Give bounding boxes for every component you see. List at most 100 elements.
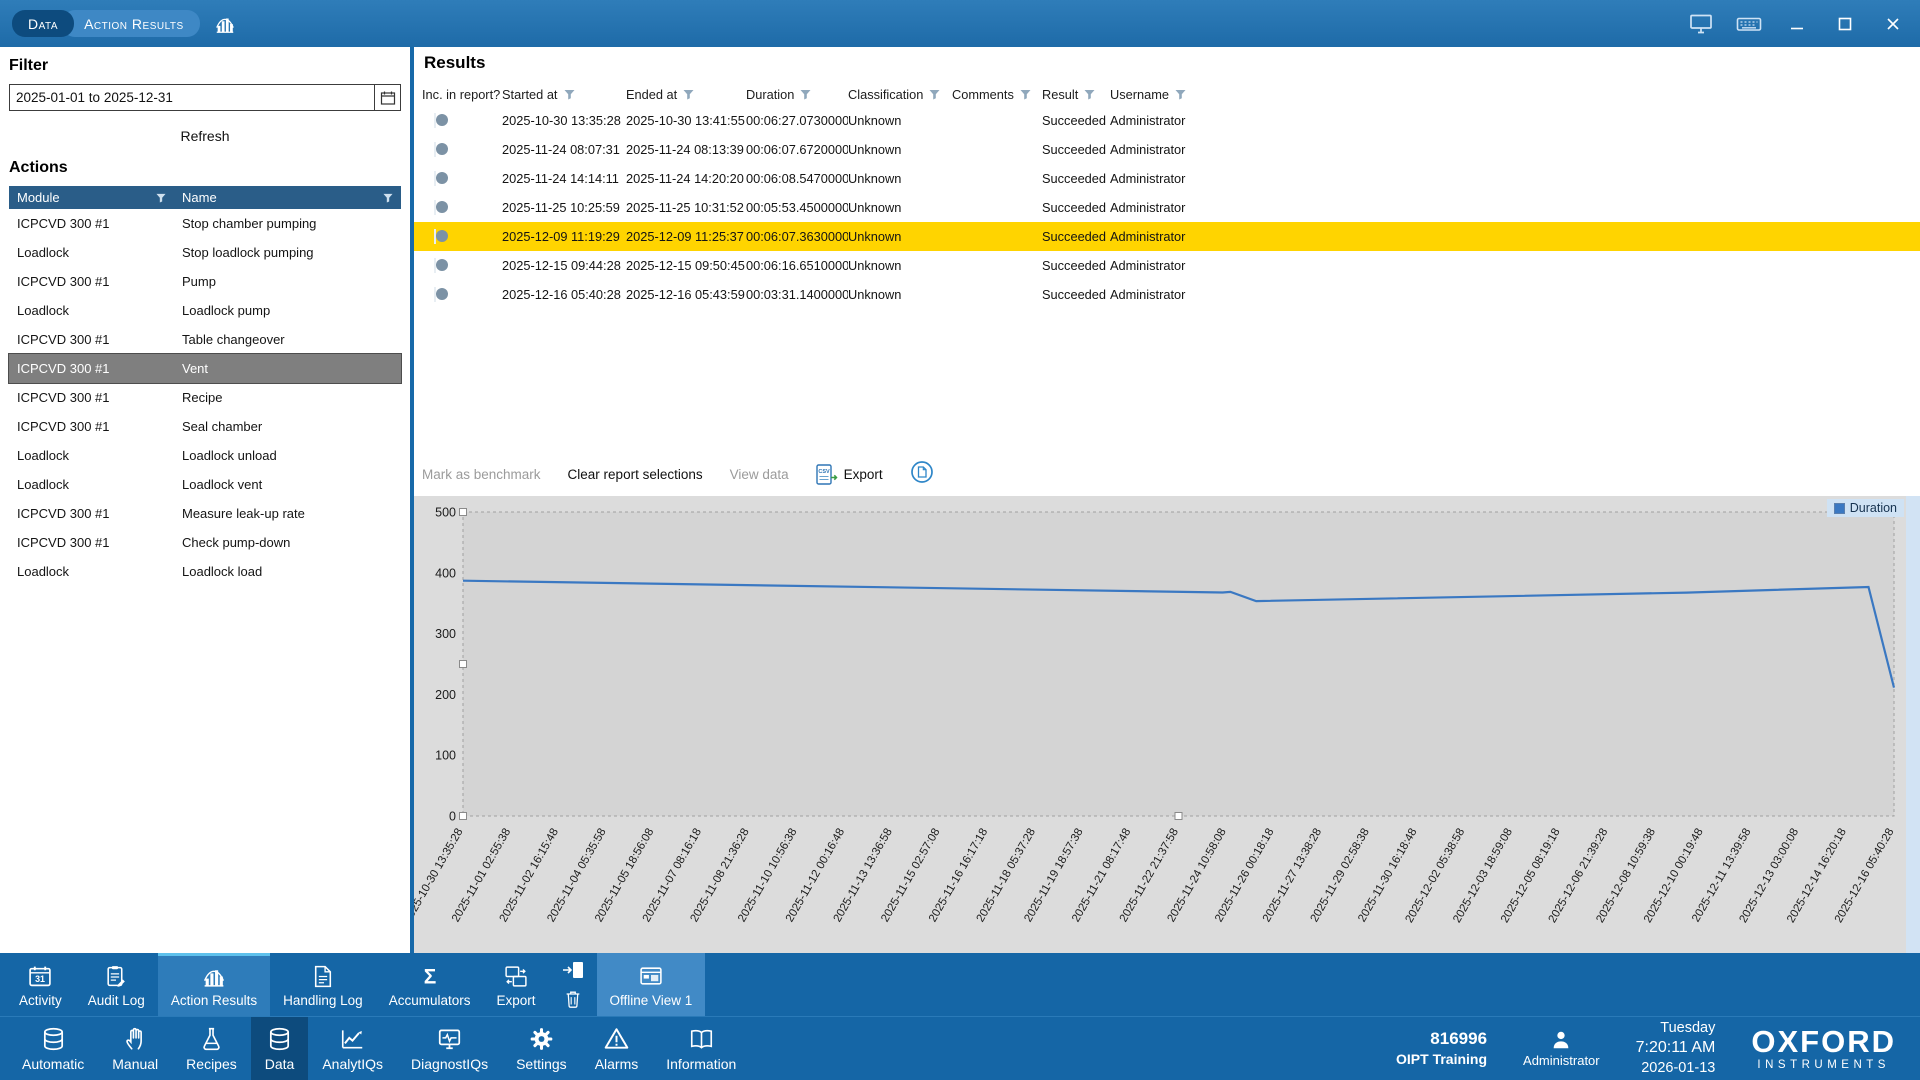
report-document-button[interactable] [910,460,934,489]
actions-title: Actions [9,159,401,177]
close-button[interactable] [1878,9,1908,39]
result-row[interactable]: 2025-11-24 14:14:11 2025-11-24 14:20:20 … [414,164,1920,193]
col-result: Result [1042,87,1078,102]
action-row[interactable]: ICPCVD 300 #1 Seal chamber [9,412,401,441]
csv-file-icon: CSV [816,464,838,485]
subtab-audit-log[interactable]: Audit Log [75,953,158,1016]
action-row[interactable]: ICPCVD 300 #1 Check pump-down [9,528,401,557]
tab-manual[interactable]: Manual [98,1017,172,1080]
filter-funnel-icon[interactable] [929,89,940,100]
action-row[interactable]: Loadlock Loadlock vent [9,470,401,499]
result-classification: Unknown [848,229,952,244]
user-icon [1550,1029,1572,1051]
result-row[interactable]: 2025-11-24 08:07:31 2025-11-24 08:13:39 … [414,135,1920,164]
action-name: Loadlock load [174,564,401,579]
include-in-report-toggle[interactable] [434,229,436,244]
open-book-icon [688,1026,715,1052]
result-result: Succeeded [1042,200,1110,215]
chart-legend[interactable]: Duration [1827,499,1904,517]
action-row[interactable]: ICPCVD 300 #1 Pump [9,267,401,296]
tab-information[interactable]: Information [652,1017,750,1080]
maximize-button[interactable] [1830,9,1860,39]
action-row[interactable]: ICPCVD 300 #1 Vent [9,354,401,383]
include-in-report-toggle[interactable] [434,113,436,128]
clock-day: Tuesday [1636,1019,1716,1038]
view-data-button[interactable]: View data [730,467,789,482]
data-sub-toolbar: 31 Activity Audit Log Action Results [0,953,1920,1016]
filter-funnel-icon[interactable] [1175,89,1186,100]
result-duration: 00:06:07.3630000 [746,229,848,244]
result-row[interactable]: 2025-10-30 13:35:28 2025-10-30 13:41:55 … [414,106,1920,135]
minimize-button[interactable] [1782,9,1812,39]
add-to-report-button[interactable] [557,957,589,983]
result-row[interactable]: 2025-12-16 05:40:28 2025-12-16 05:43:59 … [414,280,1920,309]
subtab-offline-view-1[interactable]: Offline View 1 [597,953,706,1016]
action-row[interactable]: Loadlock Loadlock pump [9,296,401,325]
svg-text:CSV: CSV [818,469,830,475]
col-classification: Classification [848,87,923,102]
filter-funnel-icon[interactable] [683,89,694,100]
action-module: ICPCVD 300 #1 [9,506,174,521]
tab-data[interactable]: Data [12,10,74,37]
tab-alarms[interactable]: Alarms [581,1017,653,1080]
result-row[interactable]: 2025-11-25 10:25:59 2025-11-25 10:31:52 … [414,193,1920,222]
action-row[interactable]: ICPCVD 300 #1 Table changeover [9,325,401,354]
refresh-button[interactable]: Refresh [180,128,229,144]
filter-funnel-icon[interactable] [800,89,811,100]
filter-funnel-icon[interactable] [156,193,166,203]
tab-analytiqs[interactable]: AnalytIQs [308,1017,397,1080]
action-row[interactable]: Loadlock Loadlock load [9,557,401,586]
subtab-handling-log[interactable]: Handling Log [270,953,376,1016]
filter-funnel-icon[interactable] [1020,89,1031,100]
action-row[interactable]: Loadlock Loadlock unload [9,441,401,470]
filter-funnel-icon[interactable] [383,193,393,203]
tab-action-results[interactable]: Action Results [62,10,200,37]
include-in-report-toggle[interactable] [434,258,436,273]
system-identity: 816996 OIPT Training [1396,1028,1487,1068]
result-row[interactable]: 2025-12-15 09:44:28 2025-12-15 09:50:45 … [414,251,1920,280]
subtab-accumulators[interactable]: Σ Accumulators [376,953,484,1016]
svg-text:0: 0 [449,810,456,824]
include-in-report-toggle[interactable] [434,287,436,302]
action-row[interactable]: ICPCVD 300 #1 Recipe [9,383,401,412]
action-row[interactable]: Loadlock Stop loadlock pumping [9,238,401,267]
tab-label: Manual [112,1056,158,1072]
calendar-button[interactable] [374,85,400,110]
tab-diagnostiqs[interactable]: DiagnostIQs [397,1017,502,1080]
filter-funnel-icon[interactable] [1084,89,1095,100]
breadcrumb: Data Action Results [12,10,236,37]
tab-data[interactable]: Data [251,1017,309,1080]
result-row[interactable]: 2025-12-09 11:19:29 2025-12-09 11:25:37 … [414,222,1920,251]
action-row[interactable]: ICPCVD 300 #1 Stop chamber pumping [9,209,401,238]
include-in-report-toggle[interactable] [434,142,436,157]
database-icon [40,1026,67,1052]
duration-chart: 01002003004005002025-10-30 13:35:282025-… [414,496,1920,953]
action-module: Loadlock [9,448,174,463]
subtab-activity[interactable]: 31 Activity [6,953,75,1016]
subtab-export[interactable]: Export [483,953,548,1016]
tab-settings[interactable]: Settings [502,1017,581,1080]
action-row[interactable]: ICPCVD 300 #1 Measure leak-up rate [9,499,401,528]
date-range-input[interactable] [10,85,374,110]
clear-report-selections-button[interactable]: Clear report selections [568,467,703,482]
tab-recipes[interactable]: Recipes [172,1017,251,1080]
filter-funnel-icon[interactable] [564,89,575,100]
include-in-report-toggle[interactable] [434,171,436,186]
result-ended-at: 2025-12-15 09:50:45 [626,258,746,273]
include-in-report-toggle[interactable] [434,200,436,215]
mark-as-benchmark-button[interactable]: Mark as benchmark [422,467,541,482]
filter-panel: Filter Refresh Actions Module Name ICPCV… [0,47,410,953]
delete-report-button[interactable] [557,986,589,1012]
display-switch-button[interactable] [1686,9,1716,39]
export-csv-button[interactable]: CSV Export [816,464,883,485]
current-user[interactable]: Administrator [1523,1029,1600,1068]
oxford-instruments-logo: OXFORD INSTRUMENTS [1751,1026,1896,1071]
on-screen-keyboard-button[interactable] [1734,9,1764,39]
export-icon [503,964,529,989]
subtab-action-results[interactable]: Action Results [158,953,270,1016]
action-module: ICPCVD 300 #1 [9,419,174,434]
actions-column-name: Name [182,190,217,205]
tab-automatic[interactable]: Automatic [8,1017,98,1080]
action-module: ICPCVD 300 #1 [9,332,174,347]
offline-view-icon [638,964,664,989]
